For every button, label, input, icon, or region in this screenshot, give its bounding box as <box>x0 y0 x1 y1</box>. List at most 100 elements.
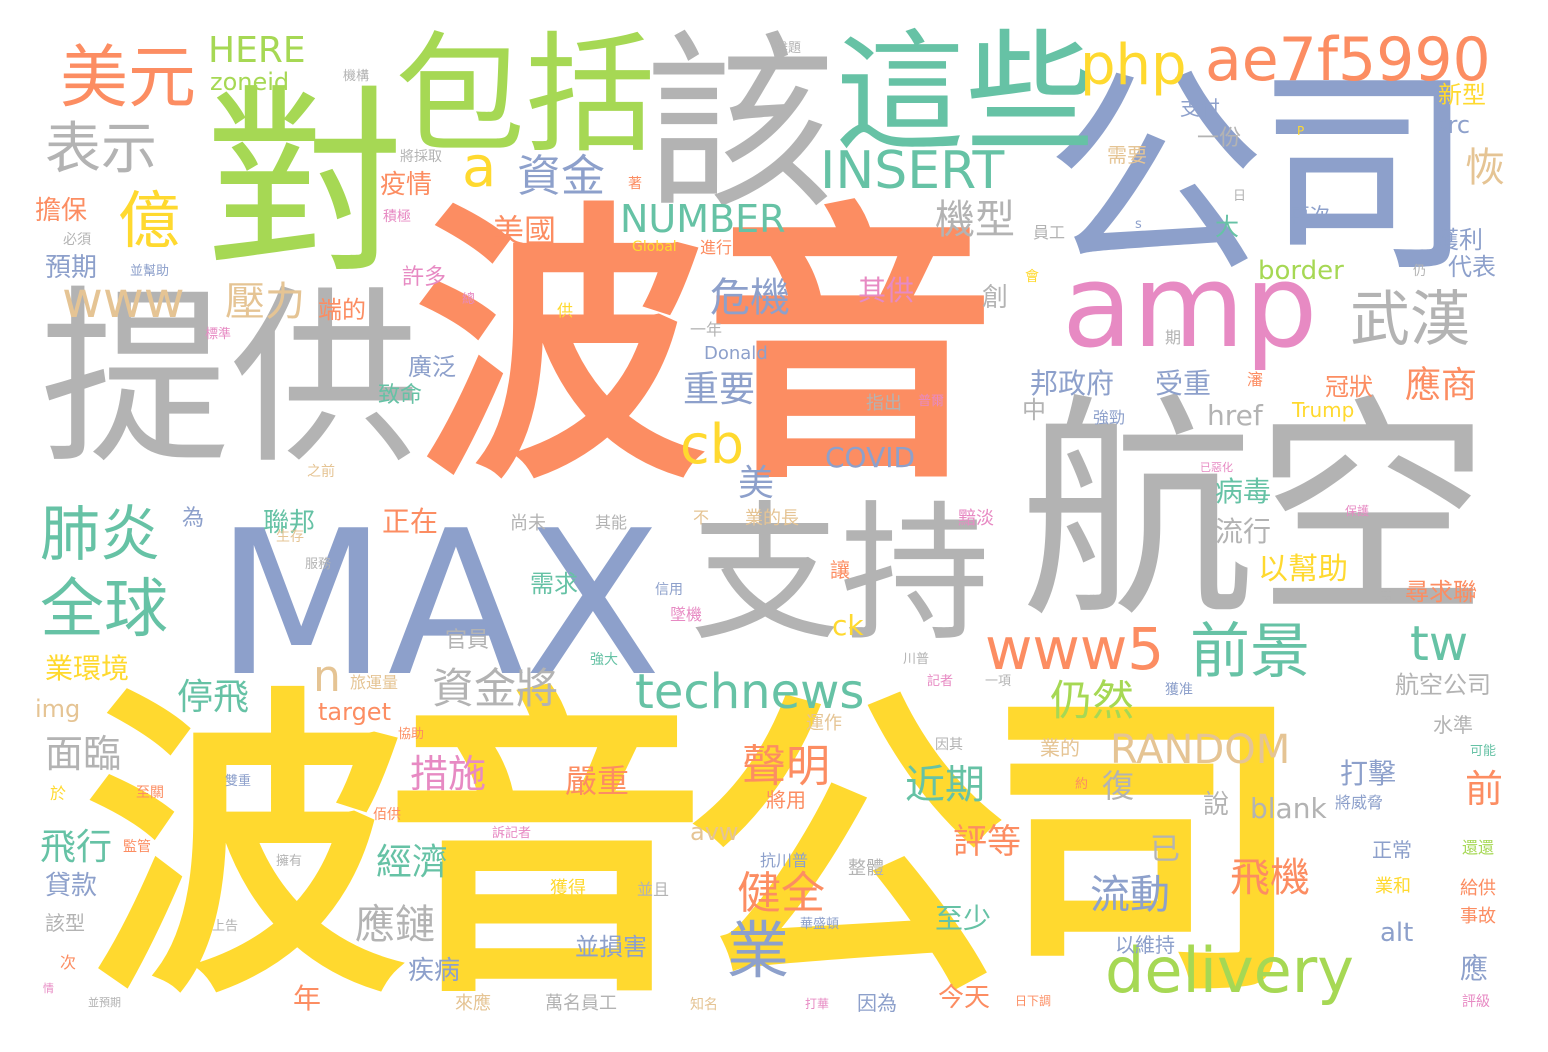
word: 必須 <box>63 232 91 248</box>
word: 讓 <box>830 558 850 582</box>
word: 近期 <box>905 762 985 808</box>
word: border <box>1258 256 1344 286</box>
word: 旅運量 <box>350 673 399 692</box>
word: 上告 <box>212 919 239 934</box>
word: 飛機 <box>1230 855 1310 901</box>
word: 雙重 <box>225 774 252 789</box>
word: 並預期 <box>88 996 121 1009</box>
word: 獲利 <box>1435 226 1483 254</box>
word: 日下調 <box>1015 994 1052 1008</box>
word: 將威脅 <box>1335 793 1384 812</box>
word: 正在 <box>382 505 439 538</box>
word: 訴記者 <box>492 826 532 841</box>
word: a <box>462 135 497 200</box>
word: 獲得 <box>550 878 586 899</box>
word: 聲明 <box>742 741 830 792</box>
word: 表示 <box>45 117 157 182</box>
word: Donald <box>704 343 768 364</box>
word: 來應 <box>455 993 491 1014</box>
word: www5 <box>985 615 1165 683</box>
word: 業 <box>727 914 790 987</box>
word: 事故 <box>1460 906 1496 927</box>
word: 次 <box>60 953 77 972</box>
word: 強勁 <box>1093 408 1126 427</box>
word: 機型 <box>935 197 1015 243</box>
word: 給供 <box>1460 878 1496 899</box>
word: php <box>1080 33 1187 98</box>
word: 已惡化 <box>1200 461 1233 474</box>
word: 擔保 <box>35 196 88 226</box>
word: 將用 <box>766 788 806 812</box>
word: 協助 <box>398 727 425 742</box>
word: 廣泛 <box>408 353 456 381</box>
word: 復 <box>1102 767 1135 805</box>
word: 重要 <box>683 369 756 410</box>
word: INSERT <box>820 141 1005 201</box>
word: RANDOM <box>1110 727 1291 773</box>
word: 瀋 <box>1247 370 1264 389</box>
word: 前 <box>1465 767 1504 811</box>
word: 預期 <box>45 253 98 283</box>
word: 並幫助 <box>130 264 170 279</box>
word: tw <box>1410 616 1469 672</box>
word: 致命 <box>378 383 423 408</box>
word: 信用 <box>655 582 683 598</box>
word: technews <box>635 664 865 720</box>
word: 措施 <box>410 752 487 796</box>
word: 全球 <box>40 573 168 647</box>
word: 再次 <box>1290 203 1330 227</box>
word: 其供 <box>858 274 915 307</box>
word: 生存 <box>276 529 304 545</box>
word: alt <box>1380 918 1414 948</box>
word: n <box>313 651 341 702</box>
word: 武漢 <box>1350 285 1470 355</box>
word: 業和 <box>1375 876 1411 897</box>
word: 需求 <box>530 570 578 598</box>
word: 一年 <box>690 320 723 339</box>
word: 以維持 <box>1115 933 1175 957</box>
word: 嚴重 <box>565 762 630 800</box>
word: 已 <box>1150 832 1180 867</box>
word: 應鏈 <box>355 902 435 948</box>
word-cloud: 波音 波音公司 MAX 航空 公司 提供 支持 對 該 這些 包括 amp 美元… <box>0 0 1548 1052</box>
word: 流動 <box>1090 872 1170 918</box>
word: 邦政府 <box>1030 367 1115 400</box>
word: Global <box>632 239 677 255</box>
word: 約 <box>1075 777 1089 792</box>
word: 進行 <box>700 238 733 257</box>
word: 危機 <box>710 275 790 321</box>
word: 壓力 <box>225 279 305 325</box>
word: 許多 <box>402 265 447 290</box>
word: 至少 <box>935 902 992 935</box>
word: 以幫助 <box>1258 552 1348 587</box>
word: 前景 <box>1190 617 1310 687</box>
word: HERE <box>208 30 306 71</box>
word: 之前 <box>307 464 335 480</box>
word: 肺炎 <box>40 500 160 570</box>
word: 仍 <box>1413 264 1427 279</box>
word: s <box>1135 217 1142 232</box>
word: 華盛頓 <box>800 917 840 932</box>
word: 億 <box>118 184 181 257</box>
word: 應商 <box>1405 365 1478 406</box>
word: 監管 <box>123 839 151 855</box>
word: 年 <box>293 982 322 1015</box>
word: 川普 <box>903 652 930 667</box>
word: 機構 <box>343 69 370 84</box>
word: href <box>1207 399 1263 432</box>
word: 打擊 <box>1340 757 1397 790</box>
word: 飛行 <box>40 827 113 868</box>
word: 支付 <box>1180 96 1220 120</box>
word: 運作 <box>806 713 842 734</box>
word: 中 <box>1022 396 1046 424</box>
word: 停飛 <box>177 677 250 718</box>
word: 標準 <box>205 327 232 342</box>
word: P <box>1297 124 1305 138</box>
word: NUMBER <box>620 197 786 241</box>
word: 記者 <box>927 674 954 689</box>
word: 萬名員工 <box>545 993 617 1014</box>
word: 業的 <box>1040 736 1080 760</box>
word: 保護 <box>1345 504 1370 518</box>
word: 可能 <box>1470 744 1497 759</box>
word: 尚未 <box>510 513 546 534</box>
